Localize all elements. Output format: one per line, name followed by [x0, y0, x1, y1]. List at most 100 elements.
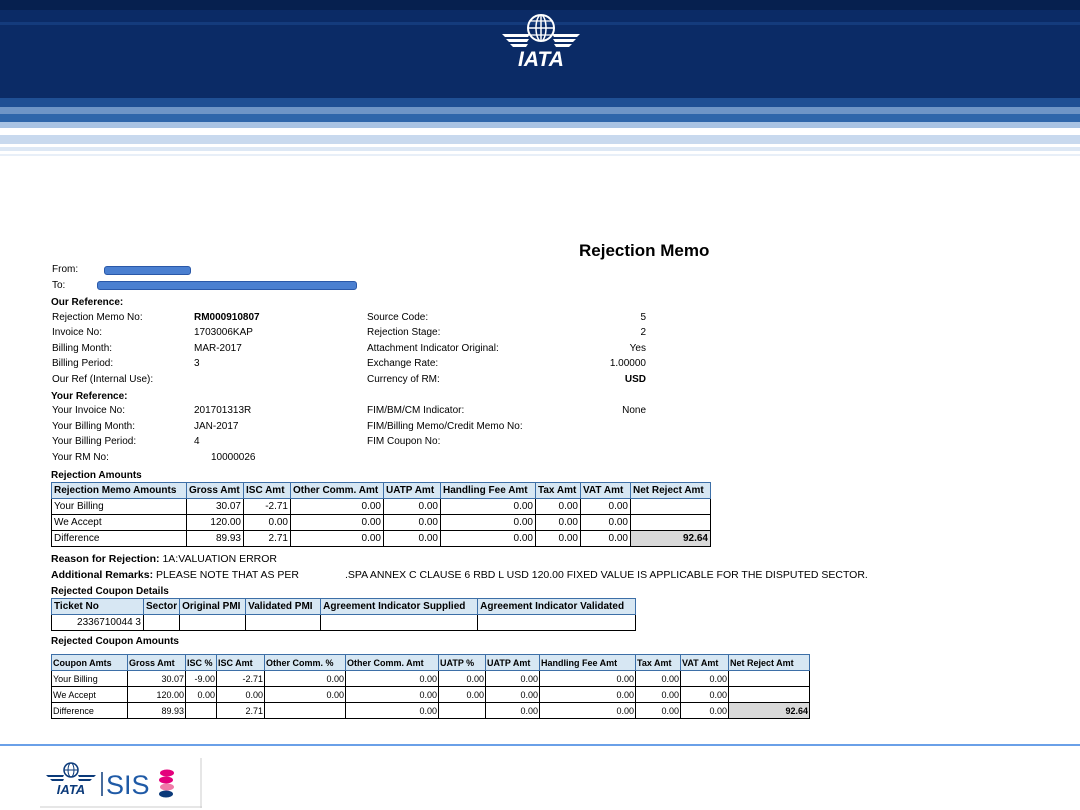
- column-header: Tax Amt: [535, 482, 581, 499]
- table-cell: 89.93: [186, 530, 244, 547]
- reason-label: Reason for Rejection:: [51, 553, 160, 565]
- your-ref-label: FIM/BM/CM Indicator:: [367, 405, 465, 416]
- remarks-label: Additional Remarks:: [51, 569, 154, 581]
- our-ref-value: MAR-2017: [194, 343, 242, 354]
- column-header: Other Comm. %: [264, 654, 346, 671]
- our-ref-label: Attachment Indicator Original:: [367, 343, 499, 354]
- our-ref-label: Currency of RM:: [367, 374, 440, 385]
- table-row: We Accept 120.00 0.00 0.00 0.00 0.00 0.0…: [51, 514, 711, 531]
- your-ref-value: 201701313R: [194, 405, 252, 416]
- coupon-amounts-heading: Rejected Coupon Amounts: [51, 636, 179, 647]
- reason-line: Reason for Rejection: 1A:VALUATION ERROR: [51, 553, 277, 565]
- table-cell: [264, 702, 346, 719]
- column-header: Handling Fee Amt: [440, 482, 536, 499]
- column-header: Gross Amt: [186, 482, 244, 499]
- coupon-amounts-table: Coupon Amts Gross Amt ISC % ISC Amt Othe…: [51, 654, 810, 719]
- table-cell: [630, 514, 711, 531]
- table-cell: 0.00: [383, 514, 441, 531]
- iata-sis-logo: IATA SIS: [40, 758, 202, 808]
- our-ref-label: Rejection Memo No:: [52, 312, 143, 323]
- table-cell: 0.00: [485, 686, 540, 703]
- table-row: Difference 89.93 2.71 0.00 0.00 0.00 0.0…: [51, 530, 711, 547]
- our-ref-label: Billing Period:: [52, 358, 114, 369]
- table-cell: [245, 614, 322, 631]
- to-label: To:: [52, 280, 66, 291]
- column-header: UATP Amt: [485, 654, 540, 671]
- table-cell: We Accept: [51, 514, 187, 531]
- table-cell: 0.00: [680, 686, 729, 703]
- column-header: UATP %: [438, 654, 486, 671]
- column-header: Agreement Indicator Supplied: [320, 598, 479, 615]
- net-reject-total: 92.64: [728, 702, 810, 719]
- your-ref-value: None: [622, 405, 646, 416]
- svg-text:IATA: IATA: [518, 48, 564, 70]
- table-cell: 0.00: [680, 670, 729, 687]
- column-header: Rejection Memo Amounts: [51, 482, 187, 499]
- table-cell: 0.00: [243, 514, 291, 531]
- our-ref-value: 1.00000: [609, 358, 646, 369]
- our-ref-value: 2: [640, 327, 646, 338]
- table-cell: [320, 614, 479, 631]
- table-cell: 0.00: [438, 686, 486, 703]
- remarks-start: PLEASE NOTE THAT AS PER: [156, 569, 299, 581]
- your-ref-label: Your RM No:: [52, 452, 109, 463]
- column-header: Sector: [142, 598, 181, 615]
- column-header: Other Comm. Amt: [345, 654, 439, 671]
- table-row: Your Billing 30.07 -9.00 -2.71 0.00 0.00…: [51, 670, 810, 687]
- table-row: Your Billing 30.07 -2.71 0.00 0.00 0.00 …: [51, 498, 711, 515]
- table-cell: 120.00: [127, 686, 186, 703]
- table-cell: We Accept: [51, 686, 128, 703]
- header-banner: IATA: [0, 0, 1080, 160]
- our-reference-heading: Our Reference:: [51, 297, 124, 308]
- our-ref-value: 1703006KAP: [194, 327, 253, 338]
- our-ref-label: Rejection Stage:: [367, 327, 441, 338]
- table-cell: 0.00: [635, 702, 681, 719]
- table-cell: 0.00: [438, 670, 486, 687]
- remarks-end: .SPA ANNEX C CLAUSE 6 RBD L USD 120.00 F…: [345, 569, 868, 581]
- column-header: Tax Amt: [635, 654, 681, 671]
- our-ref-value: 3: [194, 358, 200, 369]
- table-cell: 0.00: [680, 702, 729, 719]
- reason-value: 1A:VALUATION ERROR: [162, 553, 278, 565]
- rejection-amounts-table: Rejection Memo Amounts Gross Amt ISC Amt…: [51, 482, 711, 547]
- table-row: Difference 89.93 2.71 0.00 0.00 0.00 0.0…: [51, 702, 810, 719]
- table-cell: 30.07: [127, 670, 186, 687]
- our-ref-label: Our Ref (Internal Use):: [52, 374, 154, 385]
- table-header-row: Rejection Memo Amounts Gross Amt ISC Amt…: [51, 482, 711, 499]
- footer-iata-text: IATA: [57, 782, 85, 797]
- table-cell: 2.71: [216, 702, 265, 719]
- your-ref-label: Your Billing Period:: [52, 436, 137, 447]
- our-ref-value: Yes: [629, 343, 646, 354]
- table-row: 2336710044 3: [51, 614, 637, 631]
- our-ref-label: Exchange Rate:: [367, 358, 439, 369]
- column-header: VAT Amt: [580, 482, 631, 499]
- column-header: ISC Amt: [243, 482, 291, 499]
- table-cell: -2.71: [216, 670, 265, 687]
- your-reference-heading: Your Reference:: [51, 391, 128, 402]
- table-cell: 0.00: [383, 498, 441, 515]
- table-row: We Accept 120.00 0.00 0.00 0.00 0.00 0.0…: [51, 686, 810, 703]
- table-cell: 0.00: [580, 498, 631, 515]
- footer-divider: [0, 744, 1080, 746]
- coupon-details-table: Ticket No Sector Original PMI Validated …: [51, 598, 637, 631]
- to-redaction: [97, 281, 357, 290]
- column-header: Coupon Amts: [51, 654, 128, 671]
- table-cell: [630, 498, 711, 515]
- your-ref-value: 4: [194, 436, 200, 447]
- table-cell: 89.93: [127, 702, 186, 719]
- document-title: Rejection Memo: [579, 241, 710, 260]
- column-header: ISC Amt: [216, 654, 265, 671]
- table-cell: 0.00: [345, 670, 439, 687]
- table-cell: 2.71: [243, 530, 291, 547]
- our-ref-value: USD: [624, 374, 646, 385]
- table-cell: Difference: [51, 702, 128, 719]
- column-header: UATP Amt: [383, 482, 441, 499]
- your-ref-value: 10000026: [211, 452, 256, 463]
- column-header: VAT Amt: [680, 654, 729, 671]
- table-cell: [477, 614, 637, 631]
- table-cell: [185, 702, 217, 719]
- table-cell: 0.00: [264, 686, 346, 703]
- column-header: Handling Fee Amt: [539, 654, 636, 671]
- table-cell: Difference: [51, 530, 187, 547]
- our-ref-label: Source Code:: [367, 312, 429, 323]
